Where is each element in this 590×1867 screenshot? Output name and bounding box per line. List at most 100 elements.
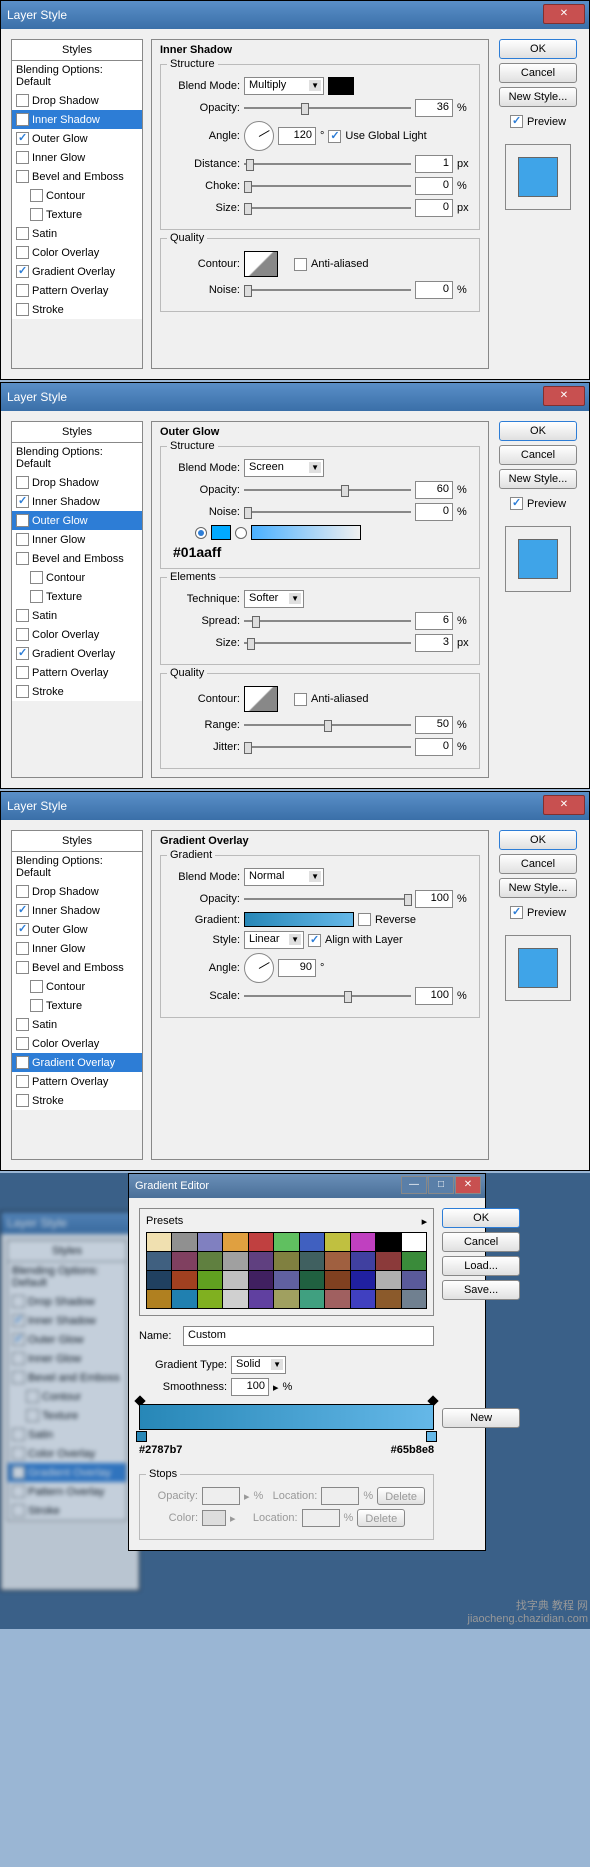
style-pattern-overlay[interactable]: Pattern Overlay: [12, 663, 142, 682]
style-inner-shadow[interactable]: Inner Shadow: [12, 901, 142, 920]
opacity-field[interactable]: 36: [415, 99, 453, 117]
new-style-button[interactable]: New Style...: [499, 878, 577, 898]
new-style-button[interactable]: New Style...: [499, 87, 577, 107]
gradient-radio[interactable]: [235, 527, 247, 539]
noise-field[interactable]: 0: [415, 503, 453, 521]
angle-dial[interactable]: [244, 953, 274, 983]
checkbox[interactable]: [16, 227, 29, 240]
new-button[interactable]: New: [442, 1408, 520, 1428]
preset-swatch[interactable]: [402, 1271, 426, 1289]
preset-swatch[interactable]: [325, 1290, 349, 1308]
color-stop-icon[interactable]: [426, 1431, 437, 1442]
preset-swatch[interactable]: [147, 1290, 171, 1308]
preset-swatch[interactable]: [147, 1233, 171, 1251]
checkbox[interactable]: [16, 151, 29, 164]
preset-swatch[interactable]: [351, 1233, 375, 1251]
style-drop-shadow[interactable]: Drop Shadow: [12, 473, 142, 492]
new-style-button[interactable]: New Style...: [499, 469, 577, 489]
blend-mode-dropdown[interactable]: Normal: [244, 868, 324, 886]
blend-mode-dropdown[interactable]: Screen: [244, 459, 324, 477]
preset-swatch[interactable]: [402, 1290, 426, 1308]
maximize-icon[interactable]: □: [428, 1176, 454, 1194]
checkbox[interactable]: [30, 208, 43, 221]
checkbox[interactable]: [16, 246, 29, 259]
checkbox[interactable]: [16, 113, 29, 126]
noise-slider[interactable]: [244, 282, 411, 298]
style-contour[interactable]: Contour: [12, 568, 142, 587]
preset-swatch[interactable]: [198, 1271, 222, 1289]
preset-swatch[interactable]: [172, 1252, 196, 1270]
style-satin[interactable]: Satin: [12, 224, 142, 243]
preset-swatch[interactable]: [274, 1252, 298, 1270]
angle-dial[interactable]: [244, 121, 274, 151]
style-satin[interactable]: Satin: [12, 1015, 142, 1034]
style-pattern-overlay[interactable]: Pattern Overlay: [12, 1072, 142, 1091]
ok-button[interactable]: OK: [499, 421, 577, 441]
style-outer-glow[interactable]: Outer Glow: [12, 129, 142, 148]
reverse-checkbox[interactable]: [358, 913, 371, 926]
preset-swatch[interactable]: [300, 1290, 324, 1308]
size-field[interactable]: 3: [415, 634, 453, 652]
preset-swatch[interactable]: [402, 1252, 426, 1270]
gradient-type-dropdown[interactable]: Solid: [231, 1356, 286, 1374]
preset-swatch[interactable]: [376, 1233, 400, 1251]
technique-dropdown[interactable]: Softer: [244, 590, 304, 608]
style-gradient-overlay[interactable]: Gradient Overlay: [12, 644, 142, 663]
titlebar[interactable]: Gradient Editor — □ ✕: [129, 1174, 485, 1198]
close-icon[interactable]: ✕: [543, 4, 585, 24]
style-bevel-emboss[interactable]: Bevel and Emboss: [12, 958, 142, 977]
preset-swatch[interactable]: [223, 1271, 247, 1289]
style-outer-glow[interactable]: Outer Glow: [12, 511, 142, 530]
cancel-button[interactable]: Cancel: [499, 854, 577, 874]
preview-checkbox[interactable]: [510, 906, 523, 919]
preset-swatch[interactable]: [249, 1233, 273, 1251]
range-field[interactable]: 50: [415, 716, 453, 734]
opacity-slider[interactable]: [244, 482, 411, 498]
opacity-field[interactable]: 60: [415, 481, 453, 499]
style-satin[interactable]: Satin: [12, 606, 142, 625]
preset-swatch[interactable]: [351, 1290, 375, 1308]
jitter-field[interactable]: 0: [415, 738, 453, 756]
size-slider[interactable]: [244, 635, 411, 651]
style-drop-shadow[interactable]: Drop Shadow: [12, 882, 142, 901]
save-button[interactable]: Save...: [442, 1280, 520, 1300]
blending-options-item[interactable]: Blending Options: Default: [12, 852, 142, 882]
preset-swatch[interactable]: [351, 1252, 375, 1270]
gradient-name-field[interactable]: Custom: [183, 1326, 434, 1346]
preset-swatch[interactable]: [147, 1252, 171, 1270]
style-inner-glow[interactable]: Inner Glow: [12, 530, 142, 549]
blending-options-item[interactable]: Blending Options: Default: [12, 61, 142, 91]
contour-picker[interactable]: [244, 686, 278, 712]
preset-swatch[interactable]: [172, 1233, 196, 1251]
preset-swatch[interactable]: [198, 1252, 222, 1270]
preset-swatch[interactable]: [198, 1233, 222, 1251]
preset-swatch[interactable]: [223, 1233, 247, 1251]
preset-swatch[interactable]: [300, 1271, 324, 1289]
preset-swatch[interactable]: [249, 1271, 273, 1289]
style-gradient-overlay[interactable]: Gradient Overlay: [12, 1053, 142, 1072]
cancel-button[interactable]: Cancel: [499, 445, 577, 465]
preset-swatch[interactable]: [351, 1271, 375, 1289]
checkbox[interactable]: [16, 170, 29, 183]
distance-field[interactable]: 1: [415, 155, 453, 173]
minimize-icon[interactable]: —: [401, 1176, 427, 1194]
preset-swatch[interactable]: [376, 1271, 400, 1289]
opacity-slider[interactable]: [244, 100, 411, 116]
preset-swatch[interactable]: [249, 1290, 273, 1308]
style-dropdown[interactable]: Linear: [244, 931, 304, 949]
close-icon[interactable]: ✕: [543, 795, 585, 815]
presets-menu-icon[interactable]: ▸: [422, 1215, 428, 1228]
angle-field[interactable]: 90: [278, 959, 316, 977]
gradient-bar[interactable]: [139, 1404, 434, 1430]
style-stroke[interactable]: Stroke: [12, 682, 142, 701]
style-contour[interactable]: Contour: [12, 186, 142, 205]
style-gradient-overlay[interactable]: Gradient Overlay: [12, 262, 142, 281]
style-inner-glow[interactable]: Inner Glow: [12, 148, 142, 167]
cancel-button[interactable]: Cancel: [499, 63, 577, 83]
style-inner-shadow[interactable]: Inner Shadow: [12, 110, 142, 129]
style-stroke[interactable]: Stroke: [12, 300, 142, 319]
preset-swatch[interactable]: [274, 1290, 298, 1308]
checkbox[interactable]: [16, 303, 29, 316]
style-inner-glow[interactable]: Inner Glow: [12, 939, 142, 958]
antialiased-checkbox[interactable]: [294, 258, 307, 271]
